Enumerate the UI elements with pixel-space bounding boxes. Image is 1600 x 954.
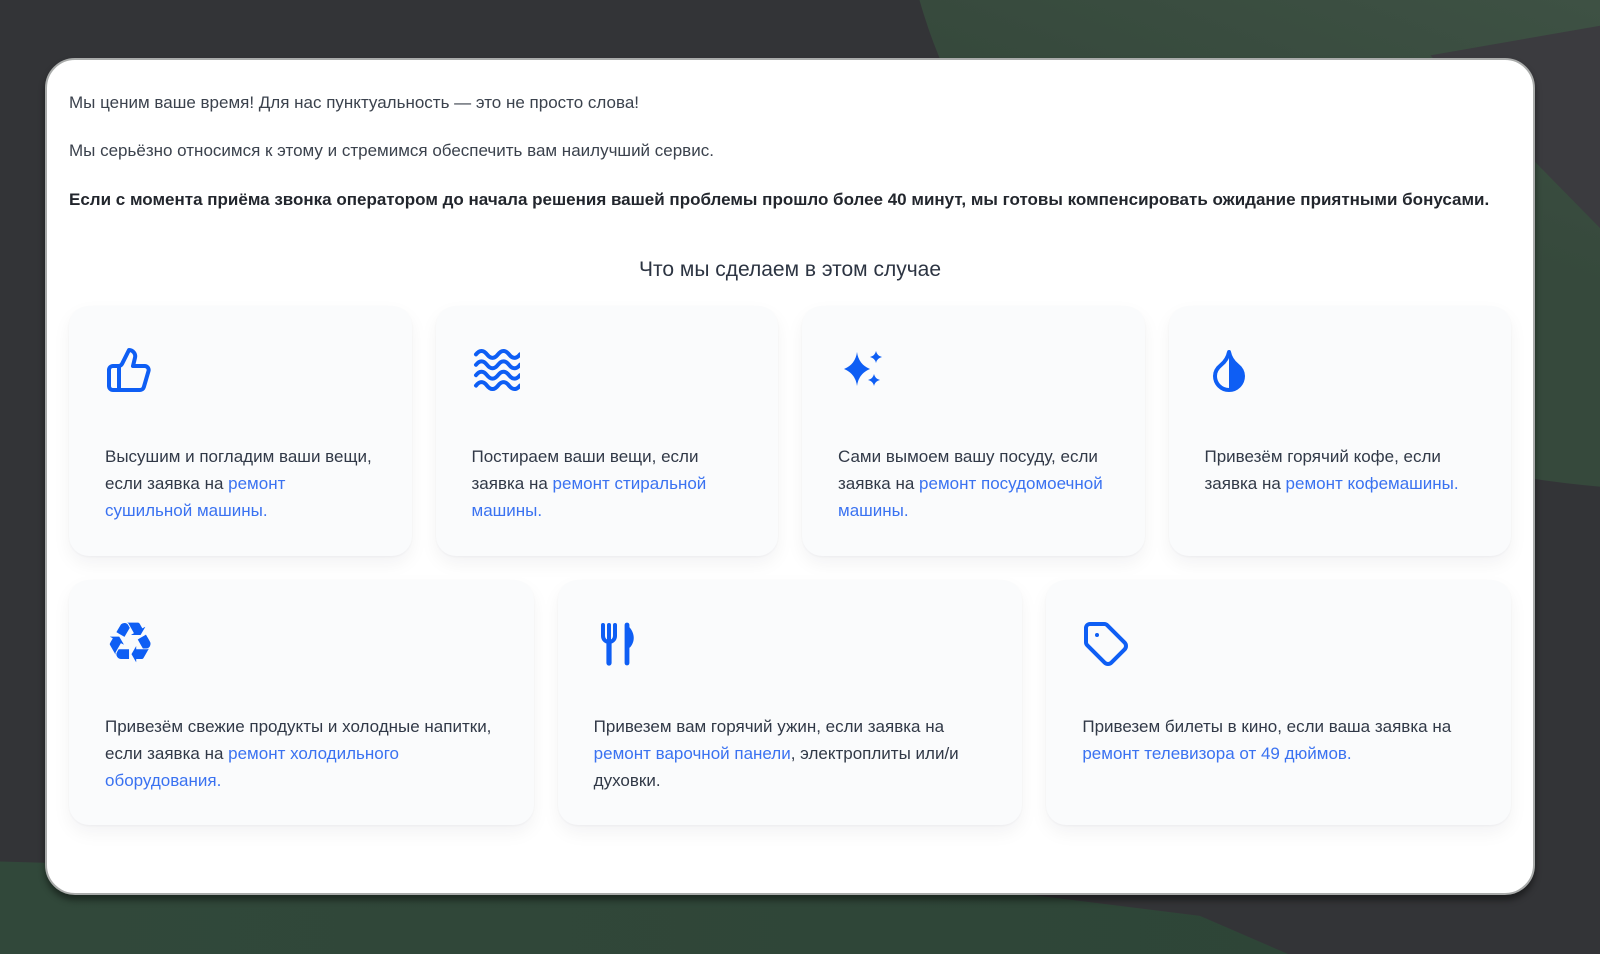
intro-paragraph-2: Мы серьёзно относимся к этому и стремимс…: [69, 138, 1511, 164]
recycle-icon: ♻: [105, 620, 157, 668]
content-panel: Мы ценим ваше время! Для нас пунктуально…: [45, 58, 1535, 895]
card-text: Привезем билеты в кино, если ваша заявка…: [1082, 713, 1475, 767]
card-text-pre: Привезем билеты в кино, если ваша заявка…: [1082, 717, 1451, 736]
sparkles-icon: [838, 346, 890, 394]
bonus-card-groceries: ♻ Привезём свежие продукты и холодные на…: [69, 580, 534, 825]
thumbs-up-icon: [105, 346, 157, 394]
cards-row-2: ♻ Привезём свежие продукты и холодные на…: [69, 580, 1511, 825]
card-text: Постираем ваши вещи, если заявка на ремо…: [472, 443, 743, 524]
card-text-pre: Привезем вам горячий ужин, если заявка н…: [594, 717, 944, 736]
bonus-card-dinner: Привезем вам горячий ужин, если заявка н…: [558, 580, 1023, 825]
card-link-cooktop-repair[interactable]: ремонт варочной панели: [594, 744, 791, 763]
waves-icon: [472, 346, 524, 394]
section-title: Что мы сделаем в этом случае: [69, 258, 1511, 282]
intro-paragraph-bold: Если с момента приёма звонка оператором …: [69, 186, 1511, 214]
card-link-tv-repair[interactable]: ремонт телевизора от 49 дюймов.: [1082, 744, 1351, 763]
cards-row-1: Высушим и погладим ваши вещи, если заявк…: [69, 306, 1511, 556]
card-text: Привезём свежие продукты и холодные напи…: [105, 713, 498, 794]
card-text: Сами вымоем вашу посуду, если заявка на …: [838, 443, 1109, 524]
bonus-card-coffee: Привезём горячий кофе, если заявка на ре…: [1169, 306, 1512, 556]
tag-icon: [1082, 620, 1134, 668]
card-text: Высушим и погладим ваши вещи, если заявк…: [105, 443, 376, 524]
bonus-card-dishes: Сами вымоем вашу посуду, если заявка на …: [802, 306, 1145, 556]
bonus-card-cinema: Привезем билеты в кино, если ваша заявка…: [1046, 580, 1511, 825]
intro-section: Мы ценим ваше время! Для нас пунктуально…: [69, 90, 1511, 214]
droplet-half-icon: [1205, 346, 1257, 394]
cutlery-icon: [594, 620, 646, 668]
card-link-coffeemachine-repair[interactable]: ремонт кофемашины.: [1286, 474, 1459, 493]
card-text: Привезем вам горячий ужин, если заявка н…: [594, 713, 987, 794]
intro-paragraph-1: Мы ценим ваше время! Для нас пунктуально…: [69, 90, 1511, 116]
card-text: Привезём горячий кофе, если заявка на ре…: [1205, 443, 1476, 497]
bonus-card-drying: Высушим и погладим ваши вещи, если заявк…: [69, 306, 412, 556]
bonus-card-laundry: Постираем ваши вещи, если заявка на ремо…: [436, 306, 779, 556]
